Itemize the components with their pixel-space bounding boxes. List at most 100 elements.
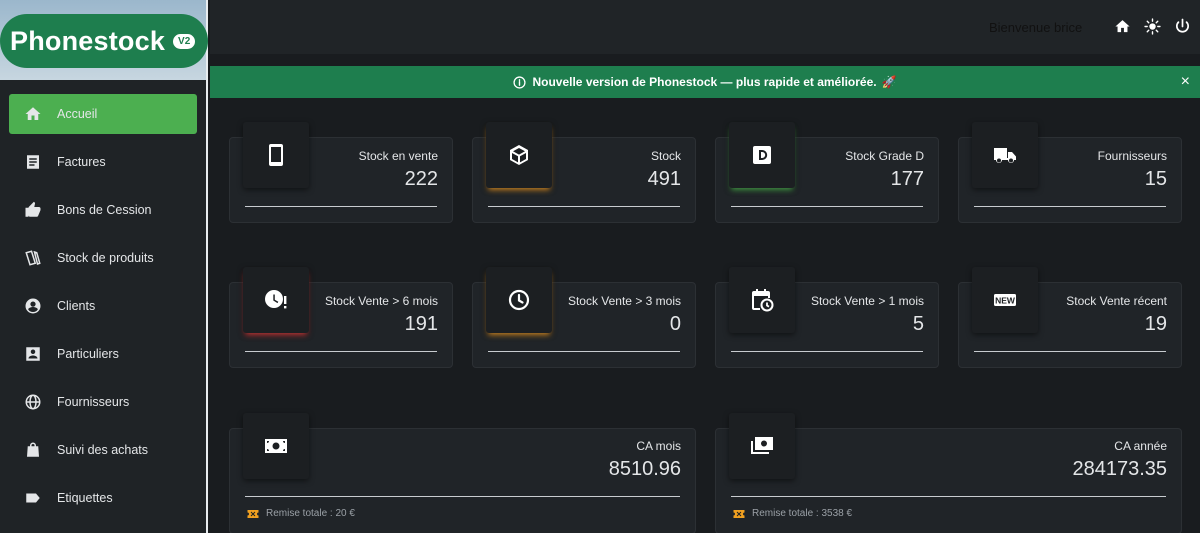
stat-value: 191 — [404, 313, 438, 335]
phone-icon — [243, 122, 309, 188]
divider — [245, 351, 437, 352]
revenue-card-ca-annee[interactable]: CA année 284173.35 Remise totale : 3538 … — [715, 413, 1182, 533]
sidebar-item-label: Accueil — [57, 107, 98, 121]
shopping-bag-icon — [23, 440, 43, 460]
account-circle-icon — [23, 296, 43, 316]
stat-card-stock[interactable]: Stock 491 — [472, 122, 696, 223]
stat-card-stock-vente-recent[interactable]: NEW Stock Vente récent 19 — [958, 267, 1182, 368]
divider — [731, 351, 923, 352]
sidebar-item-suivi-des-achats[interactable]: Suivi des achats — [9, 430, 197, 470]
sidebar-item-label: Bons de Cession — [57, 203, 152, 217]
stat-value: 491 — [647, 168, 681, 190]
stat-value: 222 — [404, 168, 438, 190]
clock-icon — [486, 267, 552, 333]
stat-value: 19 — [1144, 313, 1167, 335]
cash-multiple-icon — [729, 413, 795, 479]
version-badge: V2 — [173, 33, 196, 49]
new-badge-icon: NEW — [972, 267, 1038, 333]
sidebar-item-fournisseurs[interactable]: Fournisseurs — [9, 382, 197, 422]
account-box-icon — [23, 344, 43, 364]
stat-card-fournisseurs[interactable]: Fournisseurs 15 — [958, 122, 1182, 223]
sidebar-item-label: Factures — [57, 155, 106, 169]
sidebar-item-label: Suivi des achats — [57, 443, 149, 457]
divider — [245, 496, 680, 497]
sidebar-item-label: Clients — [57, 299, 96, 313]
sidebar-nav: Accueil Factures Bons de Cession Stock d… — [0, 80, 206, 518]
stat-value: 0 — [669, 313, 681, 335]
stat-card-stock-grade-d[interactable]: Stock Grade D 177 — [715, 122, 939, 223]
sidebar-item-label: Particuliers — [57, 347, 119, 361]
discount-text: Remise totale : 20 € — [266, 508, 355, 519]
stat-label: Stock en vente — [358, 149, 438, 163]
calendar-clock-icon — [729, 267, 795, 333]
sidebar-item-particuliers[interactable]: Particuliers — [9, 334, 197, 374]
stat-label: Stock Vente > 3 mois — [567, 294, 681, 308]
home-icon — [23, 104, 43, 124]
cube-icon — [486, 122, 552, 188]
welcome-text: Bienvenue brice — [989, 20, 1083, 35]
cash-icon — [243, 413, 309, 479]
topbar: Bienvenue brice — [210, 0, 1200, 54]
document-icon — [23, 152, 43, 172]
info-icon — [513, 75, 527, 89]
stat-card-stock-vente-3-mois[interactable]: Stock Vente > 3 mois 0 — [472, 267, 696, 368]
revenue-label: CA année — [1114, 439, 1167, 453]
topbar-actions — [1112, 16, 1192, 36]
home-icon[interactable] — [1112, 16, 1132, 36]
brand-logo[interactable]: Phonestock V2 — [0, 14, 208, 68]
rocket-icon: 🚀 — [881, 75, 897, 89]
stat-value: 5 — [912, 313, 924, 335]
sidebar: Phonestock V2 Accueil Factures Bons de C… — [0, 0, 208, 533]
sidebar-item-factures[interactable]: Factures — [9, 142, 197, 182]
divider — [974, 351, 1166, 352]
stat-value: 177 — [890, 168, 924, 190]
banner-text: Nouvelle version de Phonestock — plus ra… — [532, 75, 877, 89]
globe-icon — [23, 392, 43, 412]
ticket-icon — [733, 509, 745, 518]
stat-card-stock-en-vente[interactable]: Stock en vente 222 — [229, 122, 453, 223]
divider — [245, 206, 437, 207]
brand-name: Phonestock — [10, 25, 166, 56]
cards-icon — [23, 248, 43, 268]
divider — [488, 351, 680, 352]
divider — [731, 496, 1166, 497]
thumbs-up-icon — [23, 200, 43, 220]
stat-label: Stock — [650, 149, 681, 163]
sidebar-item-label: Stock de produits — [57, 251, 154, 265]
revenue-card-ca-mois[interactable]: CA mois 8510.96 Remise totale : 20 € — [229, 413, 696, 533]
ticket-icon — [247, 509, 259, 518]
sun-icon[interactable] — [1142, 16, 1162, 36]
discount-footer: Remise totale : 3538 € — [733, 508, 852, 519]
truck-icon — [972, 122, 1038, 188]
stat-label: Stock Vente > 1 mois — [810, 294, 924, 308]
sidebar-item-stock-de-produits[interactable]: Stock de produits — [9, 238, 197, 278]
stat-label: Stock Vente > 6 mois — [324, 294, 438, 308]
sidebar-item-label: Etiquettes — [57, 491, 113, 505]
stat-label: Stock Grade D — [845, 149, 924, 163]
update-banner: Nouvelle version de Phonestock — plus ra… — [210, 66, 1200, 98]
power-icon[interactable] — [1172, 16, 1192, 36]
divider — [731, 206, 923, 207]
label-icon — [23, 488, 43, 508]
sidebar-item-clients[interactable]: Clients — [9, 286, 197, 326]
revenue-value: 8510.96 — [608, 458, 681, 480]
revenue-value: 284173.35 — [1072, 458, 1167, 480]
stat-value: 15 — [1144, 168, 1167, 190]
brand-area: Phonestock V2 — [0, 0, 208, 80]
discount-footer: Remise totale : 20 € — [247, 508, 355, 519]
stat-label: Fournisseurs — [1097, 149, 1167, 163]
close-banner-button[interactable]: × — [1181, 73, 1190, 91]
stat-card-stock-vente-6-mois[interactable]: Stock Vente > 6 mois 191 — [229, 267, 453, 368]
clock-alert-icon — [243, 267, 309, 333]
sidebar-item-bons-de-cession[interactable]: Bons de Cession — [9, 190, 197, 230]
stat-card-stock-vente-1-mois[interactable]: Stock Vente > 1 mois 5 — [715, 267, 939, 368]
discount-text: Remise totale : 3538 € — [752, 508, 853, 519]
grade-d-icon — [729, 122, 795, 188]
divider — [974, 206, 1166, 207]
divider — [488, 206, 680, 207]
revenue-label: CA mois — [636, 439, 681, 453]
sidebar-item-etiquettes[interactable]: Etiquettes — [9, 478, 197, 518]
svg-text:NEW: NEW — [995, 296, 1016, 306]
stat-label: Stock Vente récent — [1066, 294, 1167, 308]
sidebar-item-accueil[interactable]: Accueil — [9, 94, 197, 134]
